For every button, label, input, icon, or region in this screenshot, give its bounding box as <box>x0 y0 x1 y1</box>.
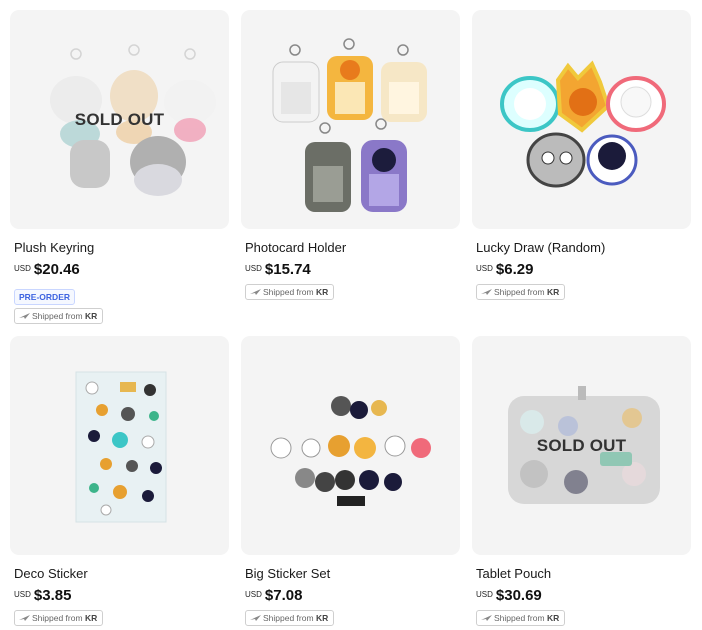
ship-origin: KR <box>546 613 560 623</box>
product-name[interactable]: Photocard Holder <box>245 240 346 255</box>
product-price: USD $30.69 <box>476 587 542 605</box>
shipped-from-badge: Shipped from KR <box>476 610 566 626</box>
big-sticker-set-image <box>270 396 431 506</box>
airplane-icon <box>19 313 30 319</box>
product-image[interactable] <box>241 336 460 555</box>
price-currency: USD <box>14 264 31 273</box>
photocard-holder-image <box>272 38 427 212</box>
ship-origin: KR <box>315 613 329 623</box>
price-currency: USD <box>476 590 493 599</box>
airplane-icon <box>19 615 30 621</box>
product-price: USD $15.74 <box>245 261 311 279</box>
lucky-draw-image <box>500 60 666 188</box>
shipped-from-badge: Shipped from KR <box>245 284 335 300</box>
airplane-icon <box>250 615 261 621</box>
ship-origin: KR <box>84 311 98 321</box>
price-amount: $20.46 <box>33 261 80 278</box>
product-image[interactable] <box>10 336 229 555</box>
airplane-icon <box>481 289 492 295</box>
price-amount: $6.29 <box>495 261 534 278</box>
price-currency: USD <box>14 590 31 599</box>
ship-text: Shipped from <box>494 287 545 297</box>
shipped-from-badge: Shipped from KR <box>476 284 566 300</box>
sold-out-label: SOLD OUT <box>74 109 165 129</box>
product-price: USD $6.29 <box>476 261 533 279</box>
deco-sticker-image <box>75 371 167 523</box>
product-name[interactable]: Big Sticker Set <box>245 566 330 581</box>
product-image[interactable] <box>472 10 691 229</box>
price-amount: $30.69 <box>495 587 542 604</box>
product-image[interactable]: SOLD OUT <box>472 336 691 555</box>
product-name[interactable]: Plush Keyring <box>14 240 94 255</box>
price-amount: $7.08 <box>264 587 303 604</box>
product-name[interactable]: Lucky Draw (Random) <box>476 240 605 255</box>
product-image[interactable]: SOLD OUT <box>10 10 229 229</box>
ship-origin: KR <box>84 613 98 623</box>
shipped-from-badge: Shipped from KR <box>14 308 104 324</box>
airplane-icon <box>481 615 492 621</box>
sold-out-label: SOLD OUT <box>536 435 627 455</box>
airplane-icon <box>250 289 261 295</box>
product-name[interactable]: Tablet Pouch <box>476 566 551 581</box>
ship-text: Shipped from <box>494 613 545 623</box>
product-image[interactable] <box>241 10 460 229</box>
ship-text: Shipped from <box>32 311 83 321</box>
product-price: USD $3.85 <box>14 587 71 605</box>
product-price: USD $20.46 <box>14 261 80 279</box>
shipped-from-badge: Shipped from KR <box>14 610 104 626</box>
price-amount: $15.74 <box>264 261 311 278</box>
price-currency: USD <box>245 590 262 599</box>
sold-out-overlay: SOLD OUT <box>472 336 691 555</box>
price-currency: USD <box>245 264 262 273</box>
shipped-from-badge: Shipped from KR <box>245 610 335 626</box>
sold-out-overlay: SOLD OUT <box>10 10 229 229</box>
ship-text: Shipped from <box>32 613 83 623</box>
product-name[interactable]: Deco Sticker <box>14 566 88 581</box>
pre-order-badge: PRE-ORDER <box>14 289 76 305</box>
price-amount: $3.85 <box>33 587 72 604</box>
ship-origin: KR <box>546 287 560 297</box>
ship-text: Shipped from <box>263 287 314 297</box>
ship-origin: KR <box>315 287 329 297</box>
ship-text: Shipped from <box>263 613 314 623</box>
product-price: USD $7.08 <box>245 587 302 605</box>
price-currency: USD <box>476 264 493 273</box>
